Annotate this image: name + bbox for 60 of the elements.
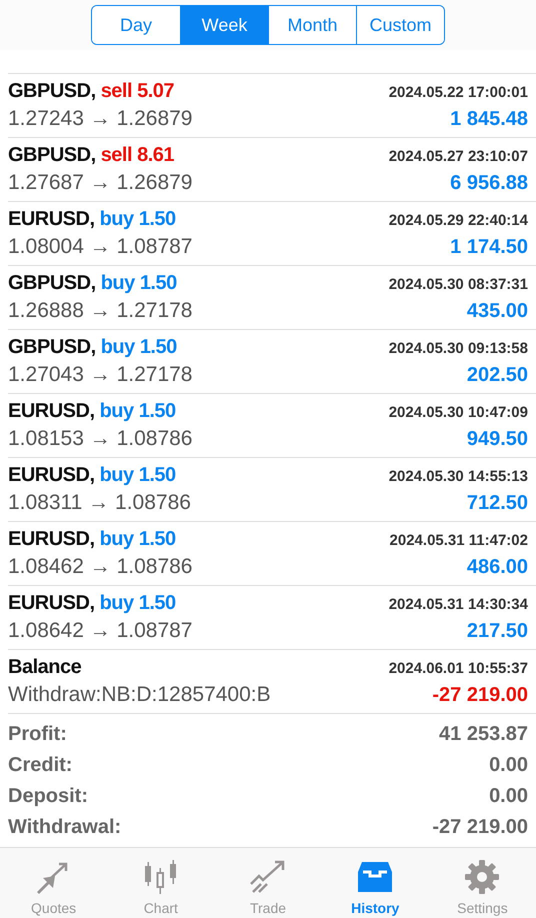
deal-time: 2024.05.30 10:47:09: [388, 404, 528, 421]
deal-time: 2024.05.29 22:40:14: [388, 212, 528, 229]
deal-amount: -27 219.00: [432, 684, 528, 707]
summary-value: -27 219.00: [432, 816, 528, 838]
period-tab[interactable]: Day: [92, 6, 180, 44]
deal-title: GBPUSD, buy 1.50: [8, 272, 177, 295]
period-tab[interactable]: Month: [268, 6, 356, 44]
deal-prices: 1.08004 → 1.08787: [8, 235, 192, 259]
deal-prices: 1.26888 → 1.27178: [8, 299, 192, 323]
deal-time: 2024.05.31 11:47:02: [390, 532, 528, 549]
settings-icon: [463, 860, 502, 894]
deal-prices: 1.27687 → 1.26879: [8, 171, 192, 195]
deal-title: EURUSD, buy 1.50: [8, 592, 176, 615]
deal-amount: 202.50: [466, 364, 528, 387]
deal-time: 2024.06.01 10:55:37: [388, 660, 528, 677]
deal-title: GBPUSD, buy 1.50: [8, 336, 177, 359]
deal-amount: 217.50: [466, 620, 528, 643]
deal-prices: 1.08311 → 1.08786: [8, 491, 191, 515]
summary-label: Credit:: [8, 754, 72, 776]
nav-tab[interactable]: Settings: [428, 848, 536, 918]
deal-prices: 1.27043 → 1.27178: [8, 363, 192, 387]
summary-value: 0.00: [489, 754, 528, 776]
summary-label: Deposit:: [8, 784, 88, 808]
summary-value: 41 253.87: [439, 722, 528, 746]
deal-prices: 1.08153 → 1.08786: [8, 427, 192, 451]
summary-value: 0.00: [489, 784, 528, 808]
deal-time: 2024.05.30 09:13:58: [388, 340, 528, 357]
deal-amount: 712.50: [466, 492, 528, 515]
period-tab[interactable]: Custom: [356, 6, 444, 44]
deal-title: EURUSD, buy 1.50: [8, 400, 176, 423]
deal-title: GBPUSD, sell 8.61: [8, 144, 174, 167]
deal-title: EURUSD, buy 1.50: [8, 208, 176, 231]
deal-title: Balance: [8, 656, 82, 679]
summary-label: Withdrawal:: [8, 816, 122, 838]
deal-title: EURUSD, buy 1.50: [8, 528, 176, 551]
deal-amount: 1 845.48: [450, 108, 528, 131]
nav-tab[interactable]: History: [322, 848, 429, 918]
deal-prices: 1.08462 → 1.08786: [8, 555, 192, 579]
deal-amount: 486.00: [466, 556, 528, 579]
deal-prices: 1.27243 → 1.26879: [8, 107, 192, 131]
inbox-icon: [356, 860, 394, 894]
deal-time: 2024.05.30 08:37:31: [388, 276, 528, 293]
deal-prices: 1.08642 → 1.08787: [8, 619, 192, 643]
deal-time: 2024.05.27 23:10:07: [388, 148, 528, 165]
deal-time: 2024.05.30 14:55:13: [388, 468, 528, 485]
deal-amount: 435.00: [466, 300, 528, 323]
deal-title: GBPUSD, sell 5.07: [8, 80, 174, 103]
deal-amount: 1 174.50: [450, 236, 528, 259]
period-tab[interactable]: Week: [180, 6, 268, 44]
deal-comment: Withdraw:NB:D:12857400:B: [8, 683, 271, 707]
deal-title: EURUSD, buy 1.50: [8, 464, 176, 487]
deal-amount: 949.50: [466, 428, 528, 451]
summary-label: Profit:: [8, 722, 67, 746]
nav-tab[interactable]: Quotes: [0, 848, 108, 918]
nav-tab[interactable]: Trade: [214, 848, 322, 918]
deal-time: 2024.05.31 14:30:34: [388, 596, 528, 613]
trend-icon: [249, 860, 287, 894]
deal-amount: 6 956.88: [450, 172, 528, 195]
deal-time: 2024.05.22 17:00:01: [388, 84, 528, 101]
nav-tab[interactable]: Chart: [107, 848, 214, 918]
